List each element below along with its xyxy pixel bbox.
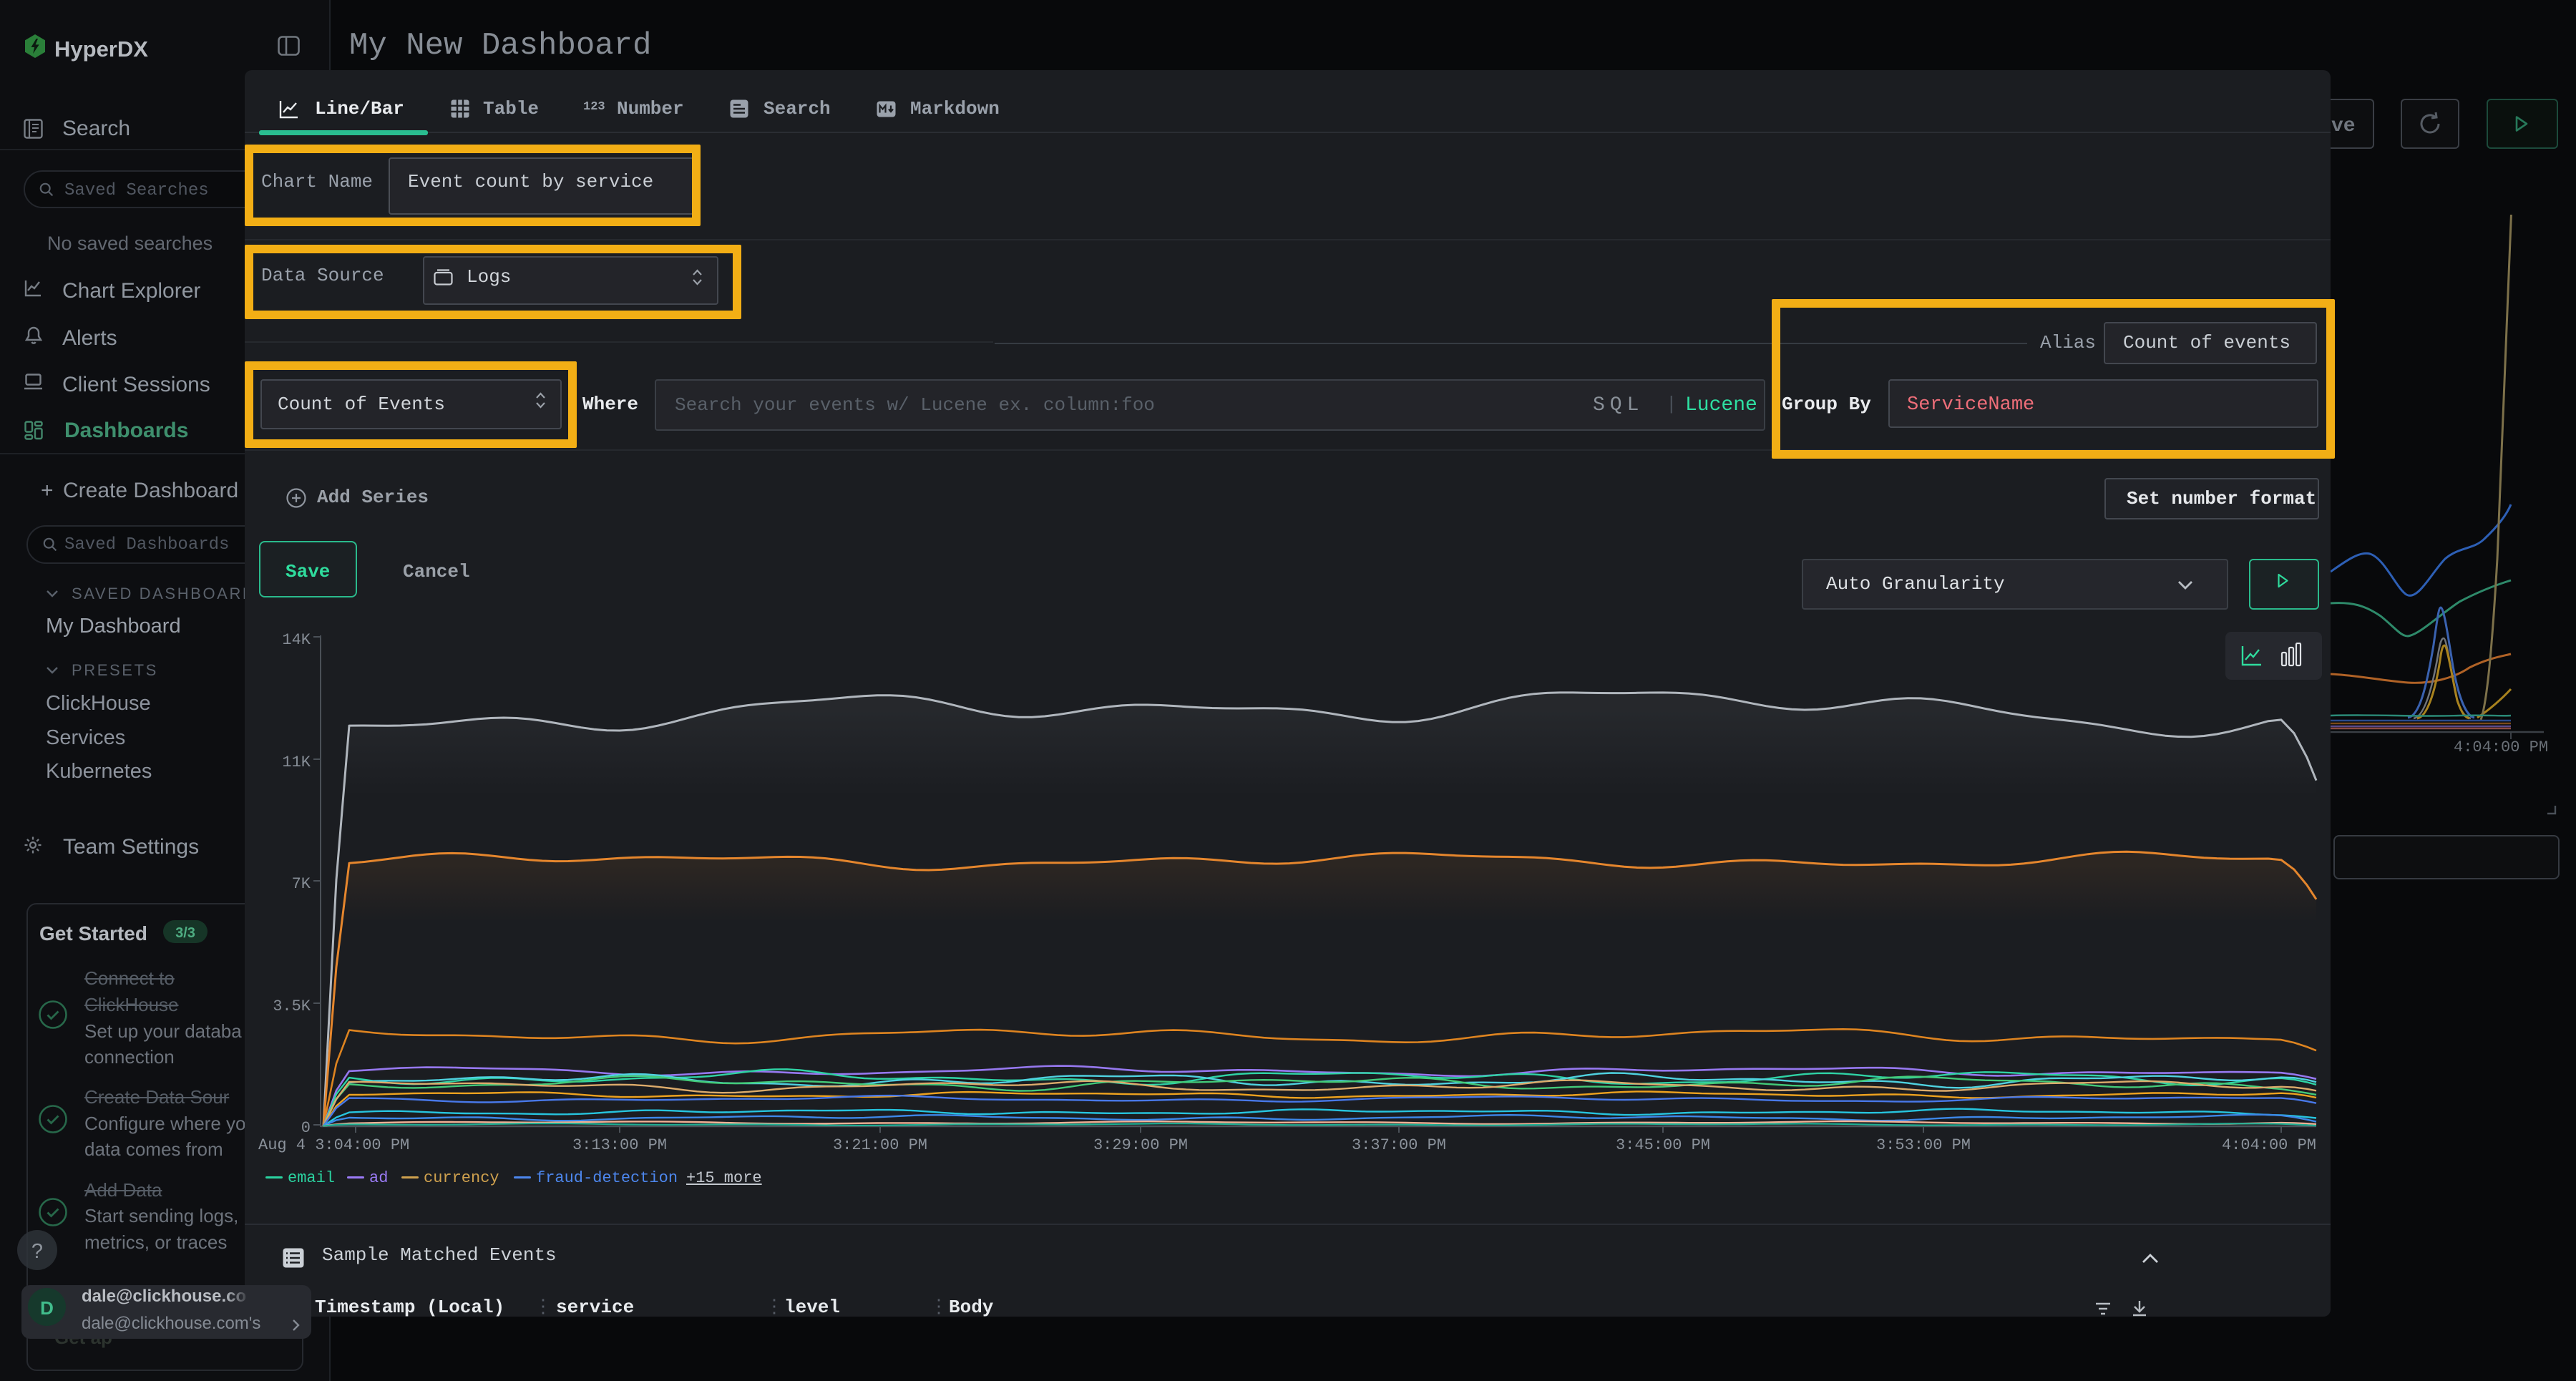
svg-text:4:04:00 PM: 4:04:00 PM: [2222, 1136, 2316, 1154]
svg-text:11K: 11K: [282, 753, 311, 771]
svg-text:Aug 4 3:04:00 PM: Aug 4 3:04:00 PM: [258, 1136, 409, 1154]
svg-text:3:45:00 PM: 3:45:00 PM: [1616, 1136, 1710, 1154]
svg-text:3:53:00 PM: 3:53:00 PM: [1876, 1136, 1971, 1154]
svg-text:3.5K: 3.5K: [273, 997, 311, 1015]
svg-text:14K: 14K: [282, 631, 311, 649]
svg-text:3:13:00 PM: 3:13:00 PM: [572, 1136, 667, 1154]
svg-text:3:21:00 PM: 3:21:00 PM: [833, 1136, 927, 1154]
svg-text:0: 0: [301, 1119, 311, 1137]
svg-text:3:37:00 PM: 3:37:00 PM: [1352, 1136, 1446, 1154]
svg-text:7K: 7K: [292, 875, 311, 893]
svg-text:3:29:00 PM: 3:29:00 PM: [1093, 1136, 1188, 1154]
